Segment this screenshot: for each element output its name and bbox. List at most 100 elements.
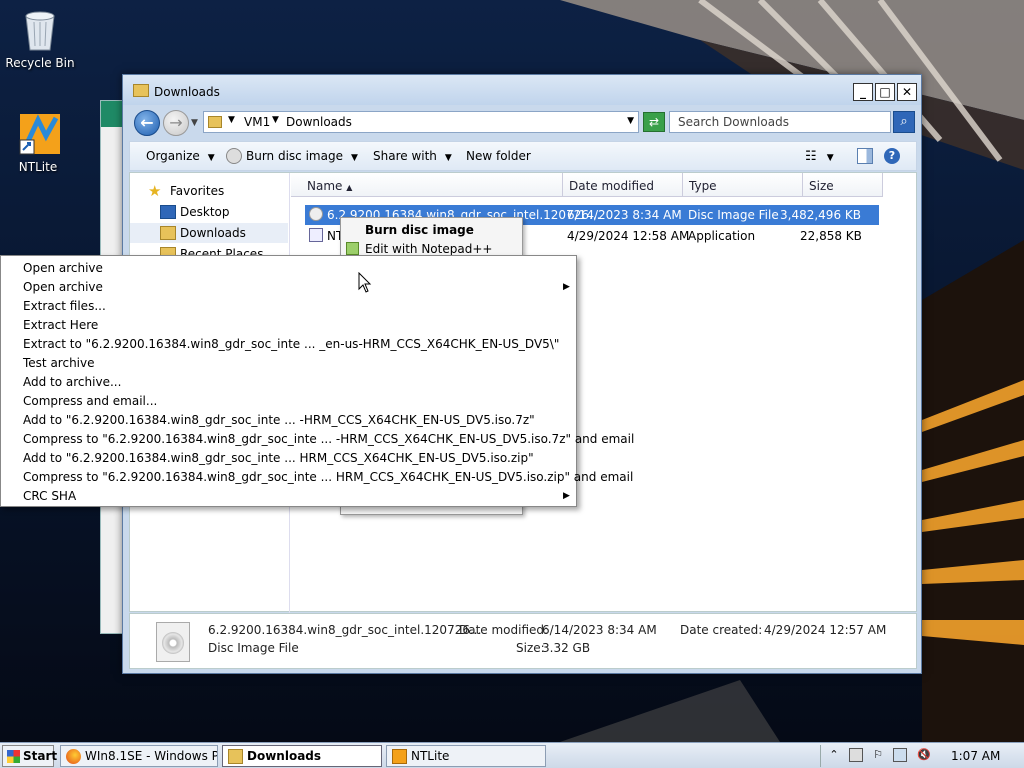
taskbar-item-ntlite[interactable]: NTLite — [386, 745, 546, 767]
folder-icon — [208, 116, 222, 128]
menu-item-extract-files[interactable]: Extract files... — [23, 299, 106, 313]
menu-item-open-archive[interactable]: Open archive — [23, 261, 103, 275]
share-label: Share with — [373, 149, 437, 163]
breadcrumb-vm1[interactable]: VM1 — [244, 115, 270, 129]
menu-item-edit-with-notepad[interactable]: Edit with Notepad++ — [365, 242, 492, 256]
address-dropdown-icon[interactable]: ▼ — [627, 116, 634, 126]
column-header-size[interactable]: Size — [803, 173, 883, 197]
taskbar-item-downloads[interactable]: Downloads — [222, 745, 382, 767]
file-date: 6/14/2023 8:34 AM — [567, 208, 682, 222]
ntlite-label: NTLite — [18, 160, 58, 174]
column-header-type[interactable]: Type — [683, 173, 803, 197]
start-label: Start — [23, 749, 58, 763]
column-name-label: Name — [307, 179, 343, 193]
details-size: 3.32 GB — [542, 641, 591, 655]
recycle-bin-icon — [20, 8, 60, 52]
details-file-name: 6.2.9200.16384.win8_gdr_soc_intel.120726… — [208, 623, 482, 637]
menu-item-add-to-archive[interactable]: Add to archive... — [23, 375, 121, 389]
details-date-created-label: Date created: — [680, 623, 763, 637]
file-date: 4/29/2024 12:58 AM — [567, 229, 690, 243]
breadcrumb-downloads[interactable]: Downloads — [286, 115, 352, 129]
clock[interactable]: 1:07 AM — [951, 749, 1000, 763]
task-label: NTLite — [411, 749, 450, 763]
column-header-name[interactable]: Name ▲ — [291, 173, 563, 197]
search-icon[interactable]: ⌕ — [893, 111, 915, 133]
recycle-bin-desktop-icon[interactable]: Recycle Bin — [0, 8, 80, 70]
menu-item-test-archive[interactable]: Test archive — [23, 356, 95, 370]
sort-asc-icon: ▲ — [346, 183, 353, 192]
application-icon — [309, 228, 323, 242]
file-size: 22,858 KB — [800, 229, 862, 243]
menu-item-extract-to[interactable]: Extract to "6.2.9200.16384.win8_gdr_soc_… — [23, 337, 559, 351]
column-header-date[interactable]: Date modified — [563, 173, 683, 197]
windows-logo-icon — [7, 750, 20, 763]
help-icon[interactable]: ? — [884, 148, 900, 164]
preview-pane-icon[interactable] — [857, 148, 873, 164]
share-with-menu[interactable]: Share with ▼ — [373, 149, 452, 163]
network-icon[interactable] — [893, 748, 907, 762]
file-type: Application — [688, 229, 756, 243]
menu-item-add-to-7z[interactable]: Add to "6.2.9200.16384.win8_gdr_soc_inte… — [23, 413, 535, 427]
ntlite-icon — [18, 112, 60, 156]
menu-item-crc-sha[interactable]: CRC SHA — [23, 489, 76, 503]
forward-button[interactable]: → — [163, 110, 189, 136]
menu-item-compress-to-7z-email[interactable]: Compress to "6.2.9200.16384.win8_gdr_soc… — [23, 432, 634, 446]
file-type: Disc Image File — [688, 208, 779, 222]
mouse-cursor-icon — [358, 272, 372, 293]
menu-item-open-archive-sub[interactable]: Open archive — [23, 280, 103, 294]
back-button[interactable]: ← — [134, 110, 160, 136]
refresh-button[interactable]: ⇄ — [643, 112, 665, 132]
history-dropdown-icon[interactable]: ▼ — [191, 118, 198, 128]
disc-image-icon — [156, 622, 190, 662]
disc-icon — [226, 148, 242, 164]
start-button[interactable]: Start — [2, 745, 58, 767]
task-label: WIn8.1SE - Windows P... — [85, 749, 218, 763]
details-size-label: Size: — [516, 641, 545, 655]
archive-submenu: Open archive Open archive ▶ Extract file… — [0, 255, 634, 507]
title-bar[interactable]: Downloads _ □ ✕ — [123, 75, 921, 105]
submenu-arrow-icon: ▶ — [563, 491, 570, 501]
menu-item-add-to-zip[interactable]: Add to "6.2.9200.16384.win8_gdr_soc_inte… — [23, 451, 534, 465]
nav-item-desktop[interactable]: Desktop — [130, 202, 288, 222]
window-title: Downloads — [154, 85, 220, 99]
downloads-folder-icon — [160, 226, 176, 240]
new-folder-button[interactable]: New folder — [466, 149, 531, 163]
minimize-button[interactable]: _ — [853, 83, 873, 101]
menu-item-burn-disc-image[interactable]: Burn disc image — [365, 223, 474, 237]
show-hidden-icons[interactable]: ⌃ — [827, 748, 841, 762]
system-tray: ⌃ ⚐ 🔇 1:07 AM — [820, 745, 1024, 767]
view-options-icon[interactable]: ☷ ▼ — [805, 149, 834, 164]
chevron-down-icon: ▼ — [207, 153, 215, 163]
organize-menu[interactable]: Organize ▼ — [146, 149, 215, 163]
menu-item-compress-to-zip-email[interactable]: Compress to "6.2.9200.16384.win8_gdr_soc… — [23, 470, 633, 484]
details-pane: 6.2.9200.16384.win8_gdr_soc_intel.120726… — [129, 613, 917, 669]
menu-item-extract-here[interactable]: Extract Here — [23, 318, 98, 332]
nav-item-favorites[interactable]: ★ Favorites — [130, 181, 288, 201]
organize-label: Organize — [146, 149, 200, 163]
maximize-button[interactable]: □ — [875, 83, 895, 101]
flag-icon[interactable]: ⚐ — [871, 748, 885, 762]
search-input[interactable]: Search Downloads — [669, 111, 891, 133]
details-date-modified-label: Date modified: — [459, 623, 549, 637]
menu-item-compress-and-email[interactable]: Compress and email... — [23, 394, 157, 408]
close-button[interactable]: ✕ — [897, 83, 917, 101]
taskbar: Start WIn8.1SE - Windows P... Downloads … — [0, 742, 1024, 768]
burn-disc-image-button[interactable]: Burn disc image ▼ — [246, 149, 358, 163]
details-date-modified: 6/14/2023 8:34 AM — [542, 623, 657, 637]
taskbar-item-firefox[interactable]: WIn8.1SE - Windows P... — [60, 745, 218, 767]
chevron-down-icon: ▼ — [444, 153, 452, 163]
storage-icon[interactable] — [849, 748, 863, 762]
chevron-down-icon[interactable]: ▼ — [228, 115, 235, 125]
address-bar[interactable]: ▼ VM1 ▼ Downloads ▼ — [203, 111, 639, 133]
task-label: Downloads — [247, 749, 322, 763]
nav-label: Desktop — [180, 205, 230, 219]
ntlite-icon — [392, 749, 407, 764]
volume-muted-icon[interactable]: 🔇 — [917, 748, 931, 762]
details-file-type: Disc Image File — [208, 641, 299, 655]
submenu-arrow-icon: ▶ — [563, 282, 570, 292]
details-date-created: 4/29/2024 12:57 AM — [764, 623, 887, 637]
ntlite-desktop-icon[interactable]: NTLite — [0, 112, 78, 174]
chevron-down-icon[interactable]: ▼ — [272, 115, 279, 125]
nav-item-downloads[interactable]: Downloads — [130, 223, 288, 243]
file-size: 3,482,496 KB — [780, 208, 861, 222]
